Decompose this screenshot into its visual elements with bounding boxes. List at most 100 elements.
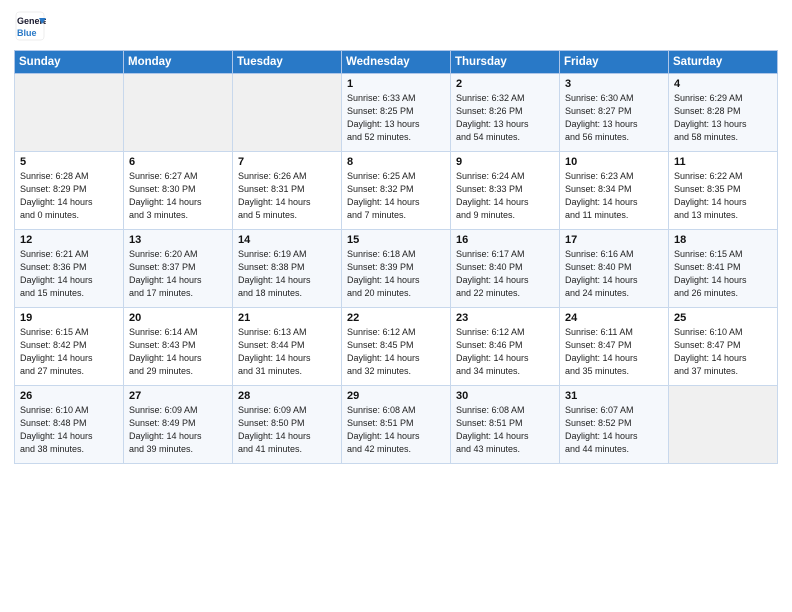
day-info: Sunrise: 6:27 AMSunset: 8:30 PMDaylight:… bbox=[129, 170, 227, 222]
day-cell bbox=[233, 74, 342, 152]
day-number: 23 bbox=[456, 312, 554, 324]
day-cell: 26Sunrise: 6:10 AMSunset: 8:48 PMDayligh… bbox=[15, 386, 124, 464]
day-cell: 25 Sunrise: 6:10 AMSunset: 8:47 PMDayligh… bbox=[669, 308, 778, 386]
day-number: 19 bbox=[20, 312, 118, 324]
calendar-table: SundayMondayTuesdayWednesdayThursdayFrid… bbox=[14, 50, 778, 464]
day-cell: 29Sunrise: 6:08 AMSunset: 8:51 PMDayligh… bbox=[342, 386, 451, 464]
day-info: Sunrise: 6:18 AMSunset: 8:39 PMDaylight:… bbox=[347, 248, 445, 300]
day-cell: 7 Sunrise: 6:26 AMSunset: 8:31 PMDaylight… bbox=[233, 152, 342, 230]
week-row-2: 5 Sunrise: 6:28 AMSunset: 8:29 PMDaylight… bbox=[15, 152, 778, 230]
day-info: Sunrise: 6:08 AMSunset: 8:51 PMDaylight:… bbox=[456, 404, 554, 456]
day-info: Sunrise: 6:09 AMSunset: 8:49 PMDaylight:… bbox=[129, 404, 227, 456]
day-cell bbox=[124, 74, 233, 152]
day-info: Sunrise: 6:10 AMSunset: 8:47 PMDaylight:… bbox=[674, 326, 772, 378]
day-info: Sunrise: 6:15 AMSunset: 8:42 PMDaylight:… bbox=[20, 326, 118, 378]
day-number: 4 bbox=[674, 78, 772, 90]
day-number: 18 bbox=[674, 234, 772, 246]
day-cell: 16 Sunrise: 6:17 AMSunset: 8:40 PMDayligh… bbox=[451, 230, 560, 308]
day-info: Sunrise: 6:10 AMSunset: 8:48 PMDaylight:… bbox=[20, 404, 118, 456]
day-cell: 21 Sunrise: 6:13 AMSunset: 8:44 PMDayligh… bbox=[233, 308, 342, 386]
day-number: 31 bbox=[565, 390, 663, 402]
day-cell: 17Sunrise: 6:16 AMSunset: 8:40 PMDayligh… bbox=[560, 230, 669, 308]
day-info: Sunrise: 6:11 AMSunset: 8:47 PMDaylight:… bbox=[565, 326, 663, 378]
day-number: 13 bbox=[129, 234, 227, 246]
day-cell: 23 Sunrise: 6:12 AMSunset: 8:46 PMDayligh… bbox=[451, 308, 560, 386]
day-info: Sunrise: 6:25 AMSunset: 8:32 PMDaylight:… bbox=[347, 170, 445, 222]
week-row-5: 26Sunrise: 6:10 AMSunset: 8:48 PMDayligh… bbox=[15, 386, 778, 464]
day-info: Sunrise: 6:17 AMSunset: 8:40 PMDaylight:… bbox=[456, 248, 554, 300]
day-cell: 1 Sunrise: 6:33 AMSunset: 8:25 PMDaylight… bbox=[342, 74, 451, 152]
header-saturday: Saturday bbox=[669, 51, 778, 74]
week-row-1: 1 Sunrise: 6:33 AMSunset: 8:25 PMDaylight… bbox=[15, 74, 778, 152]
logo-icon: General Blue bbox=[14, 10, 46, 42]
header-friday: Friday bbox=[560, 51, 669, 74]
day-cell: 3Sunrise: 6:30 AMSunset: 8:27 PMDaylight… bbox=[560, 74, 669, 152]
page-header: General Blue bbox=[14, 10, 778, 42]
day-cell: 4Sunrise: 6:29 AMSunset: 8:28 PMDaylight… bbox=[669, 74, 778, 152]
day-info: Sunrise: 6:26 AMSunset: 8:31 PMDaylight:… bbox=[238, 170, 336, 222]
day-cell: 13 Sunrise: 6:20 AMSunset: 8:37 PMDayligh… bbox=[124, 230, 233, 308]
week-row-3: 12 Sunrise: 6:21 AMSunset: 8:36 PMDayligh… bbox=[15, 230, 778, 308]
day-number: 15 bbox=[347, 234, 445, 246]
day-info: Sunrise: 6:22 AMSunset: 8:35 PMDaylight:… bbox=[674, 170, 772, 222]
day-number: 3 bbox=[565, 78, 663, 90]
day-cell bbox=[15, 74, 124, 152]
day-cell: 28Sunrise: 6:09 AMSunset: 8:50 PMDayligh… bbox=[233, 386, 342, 464]
day-info: Sunrise: 6:09 AMSunset: 8:50 PMDaylight:… bbox=[238, 404, 336, 456]
day-number: 25 bbox=[674, 312, 772, 324]
day-cell: 5 Sunrise: 6:28 AMSunset: 8:29 PMDaylight… bbox=[15, 152, 124, 230]
day-cell: 27 Sunrise: 6:09 AMSunset: 8:49 PMDayligh… bbox=[124, 386, 233, 464]
day-number: 24 bbox=[565, 312, 663, 324]
day-cell bbox=[669, 386, 778, 464]
day-number: 22 bbox=[347, 312, 445, 324]
day-cell: 9 Sunrise: 6:24 AMSunset: 8:33 PMDaylight… bbox=[451, 152, 560, 230]
day-cell: 6 Sunrise: 6:27 AMSunset: 8:30 PMDaylight… bbox=[124, 152, 233, 230]
day-cell: 19 Sunrise: 6:15 AMSunset: 8:42 PMDayligh… bbox=[15, 308, 124, 386]
day-cell: 22 Sunrise: 6:12 AMSunset: 8:45 PMDayligh… bbox=[342, 308, 451, 386]
week-row-4: 19 Sunrise: 6:15 AMSunset: 8:42 PMDayligh… bbox=[15, 308, 778, 386]
day-number: 16 bbox=[456, 234, 554, 246]
day-cell: 2Sunrise: 6:32 AMSunset: 8:26 PMDaylight… bbox=[451, 74, 560, 152]
day-number: 8 bbox=[347, 156, 445, 168]
day-number: 30 bbox=[456, 390, 554, 402]
day-number: 10 bbox=[565, 156, 663, 168]
day-number: 5 bbox=[20, 156, 118, 168]
day-number: 6 bbox=[129, 156, 227, 168]
day-cell: 15 Sunrise: 6:18 AMSunset: 8:39 PMDayligh… bbox=[342, 230, 451, 308]
day-info: Sunrise: 6:12 AMSunset: 8:45 PMDaylight:… bbox=[347, 326, 445, 378]
day-number: 9 bbox=[456, 156, 554, 168]
header-wednesday: Wednesday bbox=[342, 51, 451, 74]
day-cell: 12 Sunrise: 6:21 AMSunset: 8:36 PMDayligh… bbox=[15, 230, 124, 308]
day-number: 1 bbox=[347, 78, 445, 90]
header-tuesday: Tuesday bbox=[233, 51, 342, 74]
day-number: 12 bbox=[20, 234, 118, 246]
day-info: Sunrise: 6:07 AMSunset: 8:52 PMDaylight:… bbox=[565, 404, 663, 456]
day-info: Sunrise: 6:13 AMSunset: 8:44 PMDaylight:… bbox=[238, 326, 336, 378]
svg-text:Blue: Blue bbox=[17, 28, 37, 38]
day-info: Sunrise: 6:23 AMSunset: 8:34 PMDaylight:… bbox=[565, 170, 663, 222]
day-cell: 8 Sunrise: 6:25 AMSunset: 8:32 PMDaylight… bbox=[342, 152, 451, 230]
day-info: Sunrise: 6:14 AMSunset: 8:43 PMDaylight:… bbox=[129, 326, 227, 378]
day-number: 14 bbox=[238, 234, 336, 246]
header-monday: Monday bbox=[124, 51, 233, 74]
day-info: Sunrise: 6:24 AMSunset: 8:33 PMDaylight:… bbox=[456, 170, 554, 222]
day-info: Sunrise: 6:32 AMSunset: 8:26 PMDaylight:… bbox=[456, 92, 554, 144]
day-cell: 31 Sunrise: 6:07 AMSunset: 8:52 PMDayligh… bbox=[560, 386, 669, 464]
day-info: Sunrise: 6:28 AMSunset: 8:29 PMDaylight:… bbox=[20, 170, 118, 222]
header-row: SundayMondayTuesdayWednesdayThursdayFrid… bbox=[15, 51, 778, 74]
day-cell: 14Sunrise: 6:19 AMSunset: 8:38 PMDayligh… bbox=[233, 230, 342, 308]
day-info: Sunrise: 6:20 AMSunset: 8:37 PMDaylight:… bbox=[129, 248, 227, 300]
day-info: Sunrise: 6:15 AMSunset: 8:41 PMDaylight:… bbox=[674, 248, 772, 300]
day-info: Sunrise: 6:12 AMSunset: 8:46 PMDaylight:… bbox=[456, 326, 554, 378]
day-cell: 24 Sunrise: 6:11 AMSunset: 8:47 PMDayligh… bbox=[560, 308, 669, 386]
day-number: 29 bbox=[347, 390, 445, 402]
day-info: Sunrise: 6:33 AMSunset: 8:25 PMDaylight:… bbox=[347, 92, 445, 144]
day-info: Sunrise: 6:21 AMSunset: 8:36 PMDaylight:… bbox=[20, 248, 118, 300]
day-number: 27 bbox=[129, 390, 227, 402]
day-number: 7 bbox=[238, 156, 336, 168]
header-thursday: Thursday bbox=[451, 51, 560, 74]
day-cell: 30 Sunrise: 6:08 AMSunset: 8:51 PMDayligh… bbox=[451, 386, 560, 464]
header-sunday: Sunday bbox=[15, 51, 124, 74]
day-cell: 20Sunrise: 6:14 AMSunset: 8:43 PMDayligh… bbox=[124, 308, 233, 386]
day-number: 21 bbox=[238, 312, 336, 324]
